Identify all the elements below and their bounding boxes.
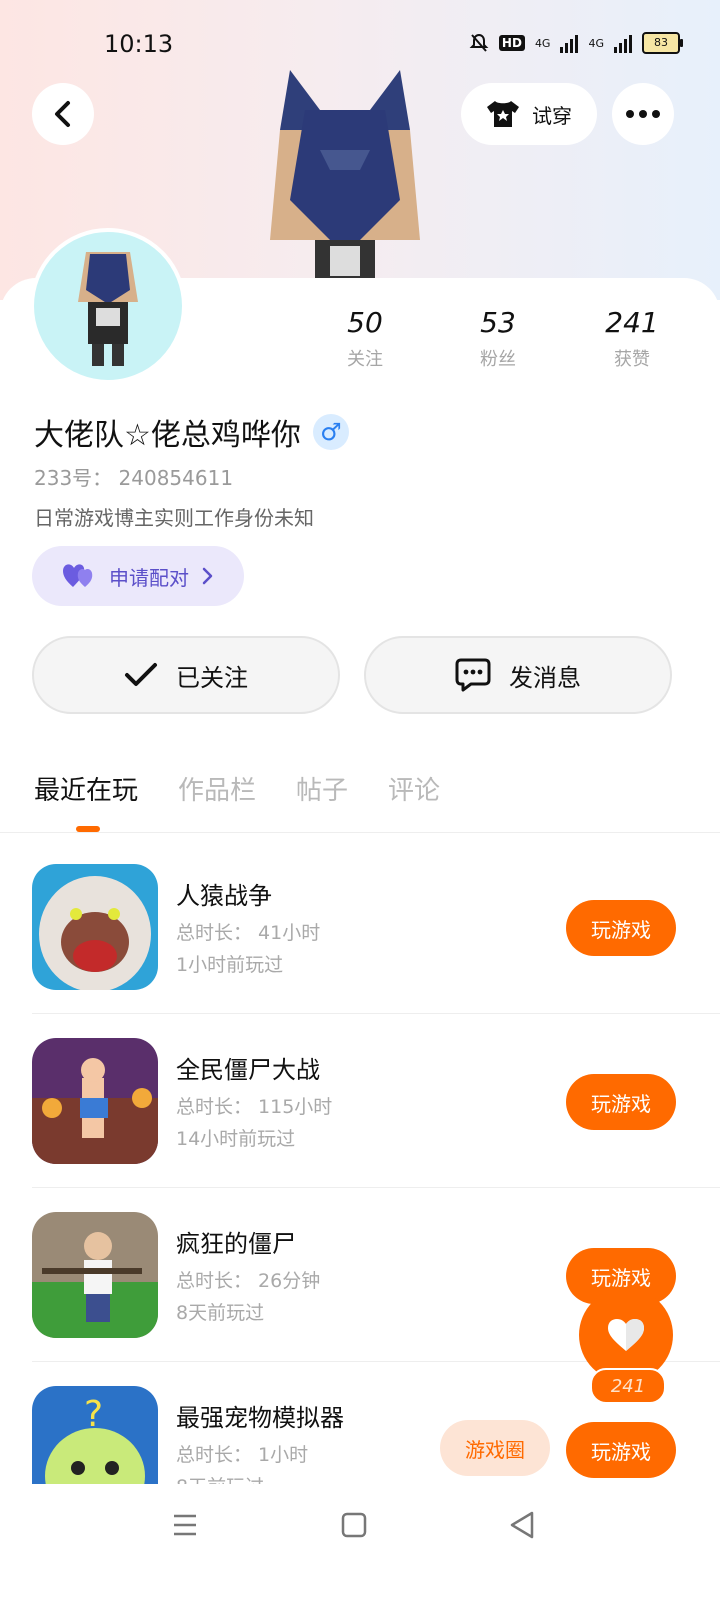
status-icons: HD 4G 4G 83 (469, 32, 683, 54)
network-label-2: 4G (588, 36, 604, 50)
mute-bell-icon (469, 33, 489, 52)
profile-tabs: 最近在玩 作品栏 帖子 评论 (34, 770, 440, 810)
gender-male-icon: ♂ (312, 414, 349, 450)
checkmark-icon (125, 663, 157, 686)
tab-comments[interactable]: 评论 (388, 770, 440, 810)
game-last-played: 1小时前玩过 (176, 954, 284, 976)
heart-icon (608, 1319, 644, 1351)
list-item[interactable]: 人猿战争 总时长： 41小时 1小时前玩过 玩游戏 (0, 862, 720, 1036)
stat-label: 获赞 (614, 349, 650, 370)
tabs-divider (0, 832, 720, 833)
game-total-time: 总时长： 41小时 (176, 922, 321, 944)
message-bubble-icon (455, 658, 491, 692)
game-circle-button[interactable]: 游戏圈 (440, 1420, 550, 1476)
game-icon (32, 1038, 158, 1164)
more-dots-icon (626, 110, 660, 118)
user-id: 233号： 240854611 (34, 466, 234, 490)
like-count-badge: 241 (590, 1368, 666, 1404)
tshirt-icon (487, 101, 519, 127)
game-total-time: 总时长： 26分钟 (176, 1270, 321, 1292)
status-time: 10:13 (104, 30, 174, 58)
play-game-button[interactable]: 玩游戏 (566, 1422, 676, 1478)
game-last-played: 8天前玩过 (176, 1302, 265, 1324)
avatar-3d-figure (270, 70, 420, 285)
try-on-button[interactable]: 试穿 (461, 83, 597, 145)
stat-label: 粉丝 (480, 349, 516, 370)
list-item[interactable]: 全民僵尸大战 总时长： 115小时 14小时前玩过 玩游戏 (0, 1036, 720, 1210)
game-icon: ? (32, 1386, 158, 1484)
user-name: 大佬队☆佬总鸡哗你 (34, 418, 301, 453)
tab-recent-play[interactable]: 最近在玩 (34, 770, 138, 810)
tab-posts[interactable]: 帖子 (296, 770, 348, 810)
home-icon[interactable] (341, 1512, 367, 1538)
stat-following[interactable]: 50 关注 (315, 306, 415, 371)
action-buttons: 已关注 发消息 (32, 636, 676, 716)
game-title: 全民僵尸大战 (176, 1056, 320, 1084)
menu-icon[interactable] (172, 1512, 198, 1538)
send-message-label: 发消息 (509, 663, 581, 692)
hd-badge: HD (498, 35, 525, 51)
network-label-1: 4G (534, 36, 551, 50)
row-divider (32, 1187, 720, 1188)
avatar[interactable] (30, 228, 186, 384)
stat-value: 50 (347, 306, 383, 339)
back-nav-icon[interactable] (508, 1510, 536, 1540)
game-icon (32, 1212, 158, 1338)
row-divider (32, 1013, 720, 1014)
signal-icon (614, 33, 632, 53)
game-icon (32, 864, 158, 990)
double-heart-icon (63, 564, 93, 587)
followed-button[interactable]: 已关注 (32, 636, 340, 714)
battery-icon: 83 (642, 32, 683, 54)
game-last-played: 8天前玩过 (176, 1472, 264, 1484)
game-title: 最强宠物模拟器 (176, 1404, 344, 1432)
play-game-button[interactable]: 玩游戏 (566, 1074, 676, 1130)
system-nav-bar (0, 1484, 720, 1600)
signal-icon (560, 33, 579, 53)
stat-followers[interactable]: 53 粉丝 (448, 306, 548, 371)
followed-label: 已关注 (176, 663, 248, 692)
game-total-time: 总时长： 1小时 (176, 1444, 309, 1466)
stat-value: 53 (480, 306, 516, 339)
apply-pair-label: 申请配对 (109, 565, 189, 590)
stat-likes[interactable]: 241 获赞 (582, 306, 682, 371)
send-message-button[interactable]: 发消息 (364, 636, 672, 714)
avatar-figure (78, 252, 138, 366)
more-button[interactable] (612, 83, 674, 145)
profile-stats: 50 关注 53 粉丝 241 获赞 (300, 306, 700, 386)
stat-label: 关注 (347, 349, 383, 370)
chevron-left-icon (55, 101, 70, 127)
user-bio: 日常游戏博主实则工作身份未知 (34, 506, 314, 530)
profile-name-row: 大佬队☆佬总鸡哗你 ♂ (34, 410, 349, 454)
game-title: 人猿战争 (176, 882, 272, 910)
stat-value: 241 (605, 306, 659, 339)
battery-level: 83 (654, 36, 668, 49)
try-on-label: 试穿 (532, 103, 572, 128)
game-last-played: 14小时前玩过 (176, 1128, 296, 1150)
status-bar: 10:13 HD 4G 4G 83 (0, 24, 720, 64)
chevron-right-icon (202, 567, 213, 585)
back-button[interactable] (32, 83, 94, 145)
game-title: 疯狂的僵尸 (176, 1230, 296, 1258)
tab-works[interactable]: 作品栏 (178, 770, 256, 810)
play-game-button[interactable]: 玩游戏 (566, 900, 676, 956)
game-total-time: 总时长： 115小时 (176, 1096, 333, 1118)
svg-text:?: ? (84, 1394, 103, 1435)
apply-pair-button[interactable]: 申请配对 (32, 546, 244, 606)
